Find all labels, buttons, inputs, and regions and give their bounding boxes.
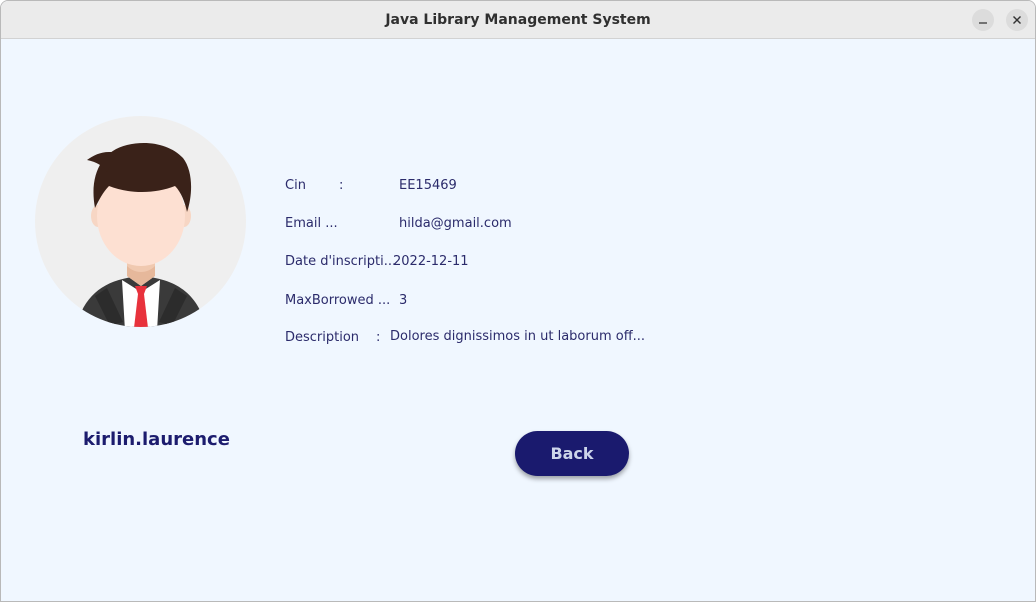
description-label: Description <box>285 330 360 345</box>
description-value: Dolores dignissimos in ut laborum off... <box>390 329 646 344</box>
close-icon <box>1013 16 1021 24</box>
maxborrowed-value: 3 <box>399 293 408 308</box>
minimize-button[interactable] <box>972 9 994 31</box>
date-label: Date d'inscripti... <box>285 254 397 269</box>
cin-separator: : <box>339 178 344 193</box>
description-separator: : <box>376 330 381 345</box>
date-value: 2022-12-11 <box>393 254 469 269</box>
user-avatar-icon <box>35 116 246 327</box>
back-button[interactable]: Back <box>515 431 629 476</box>
minimize-icon <box>979 22 987 24</box>
cin-value: EE15469 <box>399 178 457 193</box>
window-title: Java Library Management System <box>385 12 651 28</box>
close-button[interactable] <box>1006 9 1028 31</box>
email-label: Email ... <box>285 216 338 231</box>
app-window: Java Library Management System kirlin.la… <box>0 0 1036 602</box>
maxborrowed-label: MaxBorrowed ... <box>285 293 391 308</box>
username-label: kirlin.laurence <box>83 429 230 450</box>
email-value: hilda@gmail.com <box>399 216 512 231</box>
title-bar: Java Library Management System <box>1 1 1035 39</box>
cin-label: Cin <box>285 178 306 193</box>
main-content: kirlin.laurence Cin : EE15469 Email ... … <box>1 39 1035 601</box>
